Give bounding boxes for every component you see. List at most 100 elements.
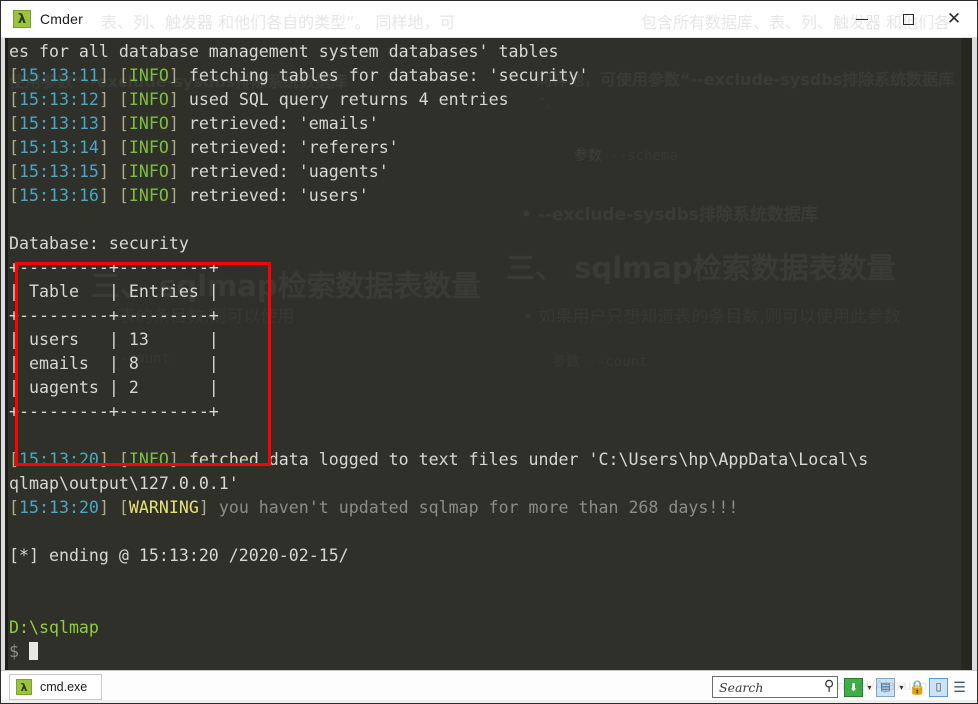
terminal-line: | Table | Entries | <box>9 280 959 304</box>
window-controls: ✕ <box>839 1 977 37</box>
terminal-line: [15:13:11] [INFO] fetching tables for da… <box>9 64 959 88</box>
terminal-span: [*] ending @ 15:13:20 /2020-02-15/ <box>9 546 349 565</box>
terminal-line: [15:13:12] [INFO] used SQL query returns… <box>9 88 959 112</box>
terminal-span: +---------+---------+ <box>9 402 219 421</box>
split-pane-dropdown-icon[interactable]: ▾ <box>897 678 906 697</box>
lambda-icon: λ <box>13 10 31 28</box>
status-bar: λ cmd.exe https://blog.csdn.net/Ajaxuan … <box>1 670 977 703</box>
terminal-span: [ <box>9 66 19 85</box>
search-icon[interactable]: ⚲ <box>824 678 834 694</box>
terminal-span: retrieved: 'uagents' <box>188 162 389 181</box>
terminal-span: ] <box>168 114 189 133</box>
terminal-span: ] [ <box>98 66 129 85</box>
terminal-line: | uagents | 2 | <box>9 376 959 400</box>
window-panel-icon[interactable]: ▯ <box>929 677 948 697</box>
terminal-span: 15:13:11 <box>19 66 99 85</box>
close-button[interactable]: ✕ <box>931 1 977 37</box>
terminal-span: ] <box>168 66 189 85</box>
console-tab-label: cmd.exe <box>40 680 88 694</box>
search-input[interactable]: Search ⚲ <box>712 676 838 698</box>
terminal-output[interactable]: es for all database management system da… <box>9 38 959 670</box>
terminal-span: INFO <box>128 186 169 205</box>
terminal-span: [ <box>9 138 19 157</box>
terminal-span: | uagents | 2 | <box>9 378 219 397</box>
terminal-prompt-line[interactable]: $ <box>9 640 959 664</box>
terminal-span: [ <box>9 162 19 181</box>
terminal-line: D:\sqlmap <box>9 616 959 640</box>
title-bar[interactable]: 表、列、触发器 和他们各自的类型”。 同样地，可 包含所有数据库、表、列、触发器 … <box>1 1 977 38</box>
maximize-icon <box>902 13 914 25</box>
terminal-span: ] [ <box>98 138 129 157</box>
terminal-span: D:\sqlmap <box>9 618 99 637</box>
terminal-span: INFO <box>128 138 169 157</box>
terminal-span: +---------+---------+ <box>9 306 219 325</box>
terminal-span: used SQL query returns 4 entries <box>188 90 509 109</box>
terminal-line: qlmap\output\127.0.0.1' <box>9 472 959 496</box>
window-title: Cmder <box>40 11 84 27</box>
text-cursor <box>28 642 38 660</box>
settings-lines-icon[interactable]: ☰ <box>950 678 969 697</box>
terminal-line: [15:13:15] [INFO] retrieved: 'uagents' <box>9 160 959 184</box>
close-icon: ✕ <box>946 9 962 29</box>
terminal-span: fetching tables for database: 'security' <box>188 66 589 85</box>
terminal-line: +---------+---------+ <box>9 256 959 280</box>
new-console-icon[interactable]: ⬇ <box>844 677 863 697</box>
terminal-span: WARNING <box>128 498 199 517</box>
terminal-span: INFO <box>128 162 169 181</box>
terminal-span: es for all database management system da… <box>9 42 559 61</box>
ghost-text: 表、列、触发器 和他们各自的类型”。 同样地，可 <box>101 13 456 32</box>
console-tab-cmd-exe[interactable]: λ cmd.exe <box>9 674 103 700</box>
split-pane-icon[interactable]: ▤ <box>876 677 895 697</box>
lock-icon[interactable]: 🔒 <box>908 678 927 697</box>
terminal-area[interactable]: 使用参数“--exclude-sysdbs排除系统数据库 同样地，可使用参数“--… <box>1 38 977 670</box>
terminal-line: [15:13:20] [INFO] fetched data logged to… <box>9 448 959 472</box>
maximize-button[interactable] <box>885 1 931 37</box>
terminal-span: ] <box>168 138 189 157</box>
terminal-span: ] [ <box>98 90 129 109</box>
terminal-line: [*] ending @ 15:13:20 /2020-02-15/ <box>9 544 959 568</box>
cmder-window: 表、列、触发器 和他们各自的类型”。 同样地，可 包含所有数据库、表、列、触发器 … <box>0 0 978 704</box>
terminal-span: INFO <box>128 114 169 133</box>
minimize-icon <box>856 18 868 20</box>
terminal-span: fetched data logged to text files under … <box>188 450 869 469</box>
terminal-line: es for all database management system da… <box>9 40 959 64</box>
terminal-scrollbar[interactable] <box>961 38 977 670</box>
terminal-span: INFO <box>128 90 169 109</box>
terminal-line: +---------+---------+ <box>9 400 959 424</box>
terminal-line: +---------+---------+ <box>9 304 959 328</box>
terminal-span: retrieved: 'emails' <box>188 114 379 133</box>
terminal-left-edge <box>1 38 8 670</box>
statusbar-icon-group: ⬇ ▾ ▤ ▾ 🔒 ▯ ☰ <box>844 677 969 697</box>
statusbar-bottom-strip <box>1 700 977 703</box>
terminal-span: ] [ <box>98 114 129 133</box>
new-console-dropdown-icon[interactable]: ▾ <box>865 678 874 697</box>
terminal-span: ] <box>168 90 189 109</box>
terminal-line: [15:13:13] [INFO] retrieved: 'emails' <box>9 112 959 136</box>
terminal-line: | emails | 8 | <box>9 352 959 376</box>
terminal-span: INFO <box>128 450 169 469</box>
terminal-span: INFO <box>128 66 169 85</box>
terminal-span: 15:13:16 <box>19 186 99 205</box>
terminal-span: | Table | Entries | <box>9 282 219 301</box>
minimize-button[interactable] <box>839 1 885 37</box>
terminal-span: ] <box>168 186 189 205</box>
terminal-span: ] [ <box>98 498 129 517</box>
terminal-span: ] <box>168 450 189 469</box>
terminal-line: [15:13:14] [INFO] retrieved: 'referers' <box>9 136 959 160</box>
terminal-span: ] [ <box>98 450 129 469</box>
terminal-span: | emails | 8 | <box>9 354 219 373</box>
terminal-span: [ <box>9 498 19 517</box>
terminal-line: [15:13:20] [WARNING] you haven't updated… <box>9 496 959 520</box>
terminal-span: qlmap\output\127.0.0.1' <box>9 474 239 493</box>
terminal-line: [15:13:16] [INFO] retrieved: 'users' <box>9 184 959 208</box>
terminal-span: 15:13:15 <box>19 162 99 181</box>
terminal-span: ] <box>198 498 219 517</box>
terminal-span: ] [ <box>98 186 129 205</box>
terminal-span: 15:13:20 <box>19 450 99 469</box>
terminal-span: [ <box>9 450 19 469</box>
